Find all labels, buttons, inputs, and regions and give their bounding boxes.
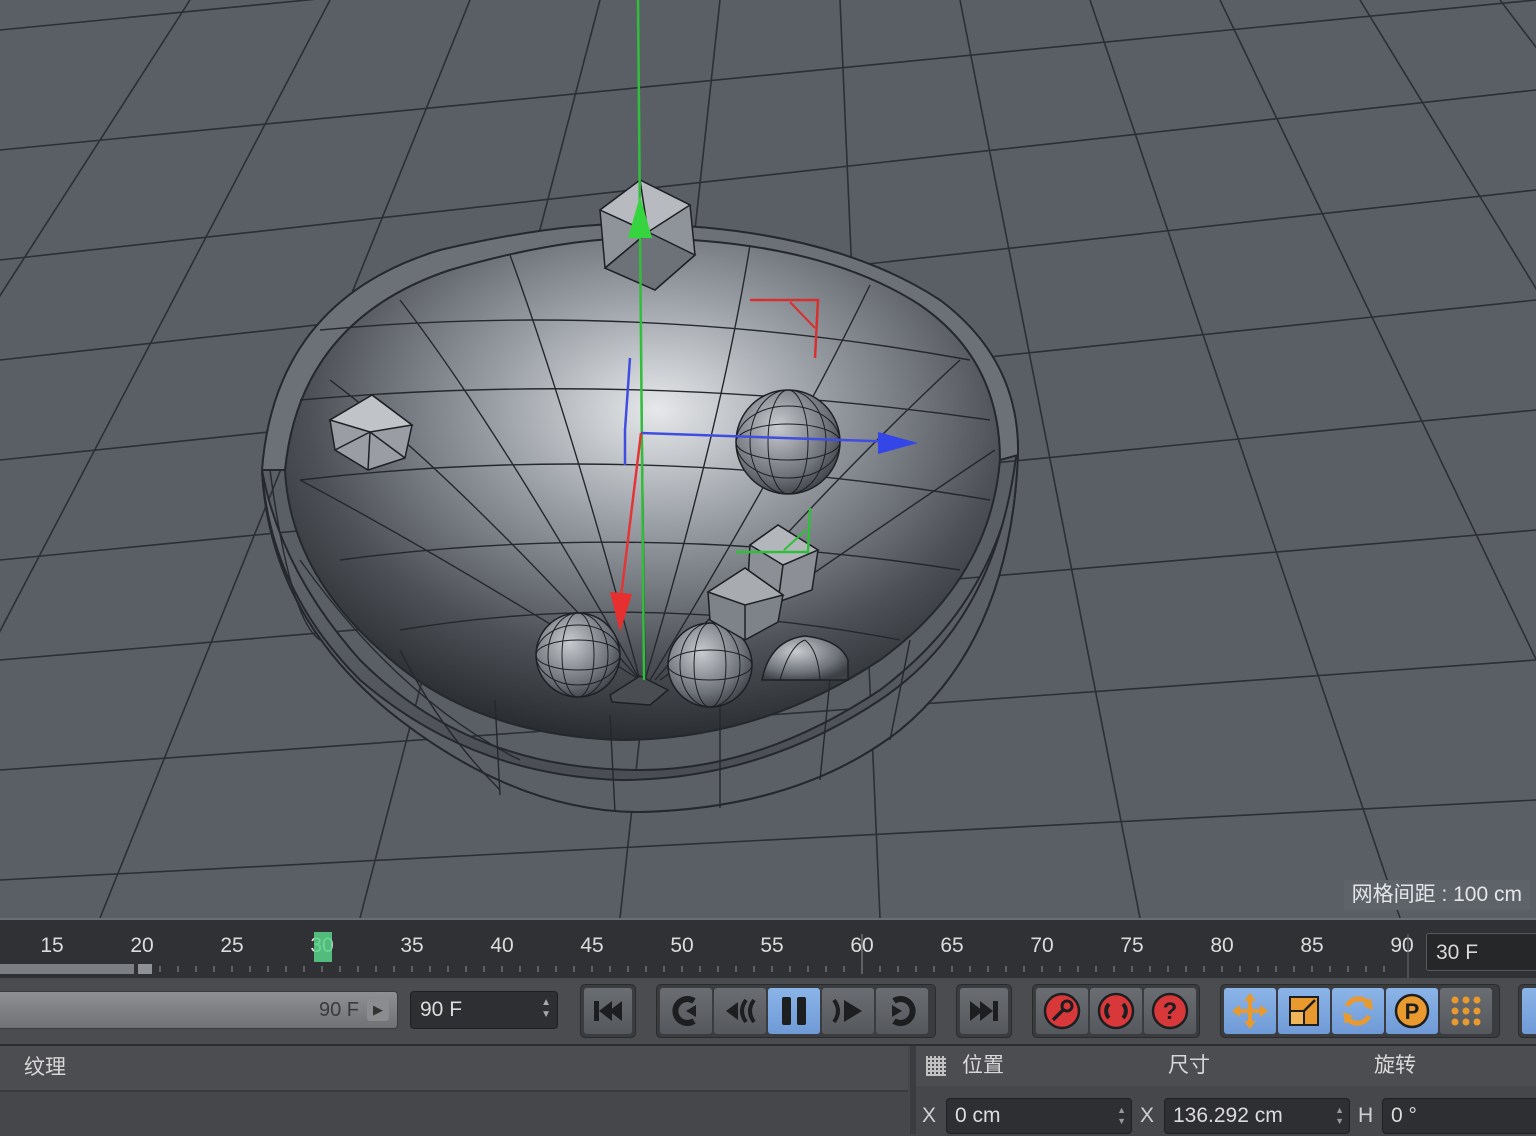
position-x-field[interactable]: 0 cm ▲ ▼ xyxy=(946,1098,1132,1134)
previous-frame-icon xyxy=(726,998,756,1024)
preview-range-handle xyxy=(138,964,152,974)
scale-key-button[interactable] xyxy=(1278,988,1330,1034)
previous-keyframe-icon xyxy=(672,996,696,1026)
timeline-tick-label: 35 xyxy=(400,934,423,957)
spinner-arrows-icon[interactable]: ▲ ▼ xyxy=(541,997,551,1021)
grid-spacing-label: 网格间距 : 100 cm xyxy=(1343,880,1530,910)
spinner-arrows-icon[interactable]: ▲ ▼ xyxy=(1117,1105,1126,1127)
timeline-tick-label: 45 xyxy=(580,934,603,957)
scale-key-icon xyxy=(1289,996,1319,1026)
rotation-key-button[interactable] xyxy=(1332,988,1384,1034)
next-frame-button[interactable] xyxy=(822,988,874,1034)
rotation-h-value: 0 ° xyxy=(1391,1104,1417,1127)
point-level-animation-icon xyxy=(1451,996,1481,1026)
next-keyframe-icon xyxy=(892,996,916,1026)
playback-group xyxy=(656,984,936,1038)
overflow-button[interactable] xyxy=(1522,988,1536,1034)
keyframe-selection-button[interactable]: ? xyxy=(1144,988,1196,1034)
coordinates-grid-icon[interactable] xyxy=(926,1056,946,1076)
timeline-tick-label: 75 xyxy=(1120,934,1143,957)
go-to-start-icon xyxy=(594,1001,622,1021)
rotation-h-field[interactable]: 0 ° xyxy=(1382,1098,1536,1134)
materials-title: 纹理 xyxy=(24,1056,66,1079)
position-key-button[interactable] xyxy=(1224,988,1276,1034)
go-to-start-button[interactable] xyxy=(584,988,632,1034)
rotation-header: 旋转 xyxy=(1374,1054,1416,1077)
playhead xyxy=(314,932,332,962)
timeline-ruler[interactable]: 15202530354045505560657075808590 xyxy=(0,918,1536,980)
parameter-key-icon: P xyxy=(1394,993,1430,1029)
record-group: ? xyxy=(1032,984,1200,1038)
go-start-group xyxy=(580,984,636,1038)
timeline-tick-label: 90 xyxy=(1390,934,1413,957)
size-x-field[interactable]: 136.292 cm ▲ ▼ xyxy=(1164,1098,1350,1134)
viewport-scene xyxy=(0,0,1536,918)
timeline-tick-label: 85 xyxy=(1300,934,1323,957)
preview-range-bar xyxy=(0,964,134,974)
size-header: 尺寸 xyxy=(1168,1054,1210,1077)
point-level-animation-button[interactable] xyxy=(1440,988,1492,1034)
rotation-key-icon xyxy=(1343,996,1373,1026)
max-frame-field[interactable]: 90 F ▲ ▼ xyxy=(410,991,558,1029)
svg-text:?: ? xyxy=(1163,998,1178,1025)
go-to-end-icon xyxy=(970,1001,998,1021)
materials-panel-header: 纹理 xyxy=(0,1046,908,1092)
svg-text:P: P xyxy=(1405,999,1420,1024)
position-header: 位置 xyxy=(962,1054,1004,1077)
rotation-h-label: H xyxy=(1358,1104,1374,1127)
timeline-tick-label: 20 xyxy=(130,934,153,957)
timeline-tick-label: 55 xyxy=(760,934,783,957)
keyframe-selection-icon: ? xyxy=(1151,992,1189,1030)
pause-icon xyxy=(782,997,806,1025)
range-arrow-icon[interactable]: ▶ xyxy=(367,999,389,1021)
sphere-object xyxy=(535,612,621,698)
timeline-tick-label: 50 xyxy=(670,934,693,957)
timeline-tick-label: 25 xyxy=(220,934,243,957)
record-keys-button[interactable] xyxy=(1036,988,1088,1034)
key-filter-group: P xyxy=(1220,984,1500,1038)
size-x-label: X xyxy=(1140,1104,1155,1127)
timeline-tick-label: 80 xyxy=(1210,934,1233,957)
timeline-tick-label: 40 xyxy=(490,934,513,957)
go-to-end-button[interactable] xyxy=(960,988,1008,1034)
previous-frame-button[interactable] xyxy=(714,988,766,1034)
autokeying-button[interactable] xyxy=(1090,988,1142,1034)
autokeying-icon xyxy=(1097,992,1135,1030)
parameter-key-button[interactable]: P xyxy=(1386,988,1438,1034)
range-end-value: 90 F xyxy=(318,999,359,1021)
timeline-ticks: 15202530354045505560657075808590 xyxy=(0,932,1414,980)
spinner-arrows-icon[interactable]: ▲ ▼ xyxy=(1335,1105,1344,1127)
current-frame-field[interactable]: 30 F xyxy=(1426,933,1536,971)
sphere-object xyxy=(735,389,841,495)
3d-viewport[interactable]: 网格间距 : 100 cm xyxy=(0,0,1536,918)
position-x-label: X xyxy=(922,1104,937,1127)
next-keyframe-button[interactable] xyxy=(876,988,928,1034)
size-x-value: 136.292 cm xyxy=(1173,1104,1283,1127)
timeline-tick-label: 65 xyxy=(940,934,963,957)
go-end-group xyxy=(956,984,1012,1038)
position-key-icon xyxy=(1232,993,1268,1029)
extra-group xyxy=(1518,984,1536,1038)
timeline-tick-label: 15 xyxy=(40,934,63,957)
previous-keyframe-button[interactable] xyxy=(660,988,712,1034)
timeline-tick-label: 70 xyxy=(1030,934,1053,957)
max-frame-value: 90 F xyxy=(420,998,463,1021)
record-keys-icon xyxy=(1043,992,1081,1030)
pause-button[interactable] xyxy=(768,988,820,1034)
preview-range-slider[interactable]: 90 F ▶ xyxy=(0,991,398,1029)
position-x-value: 0 cm xyxy=(955,1104,1001,1127)
next-frame-icon xyxy=(832,998,862,1024)
coordinates-header: 位置 尺寸 旋转 xyxy=(916,1046,1536,1086)
